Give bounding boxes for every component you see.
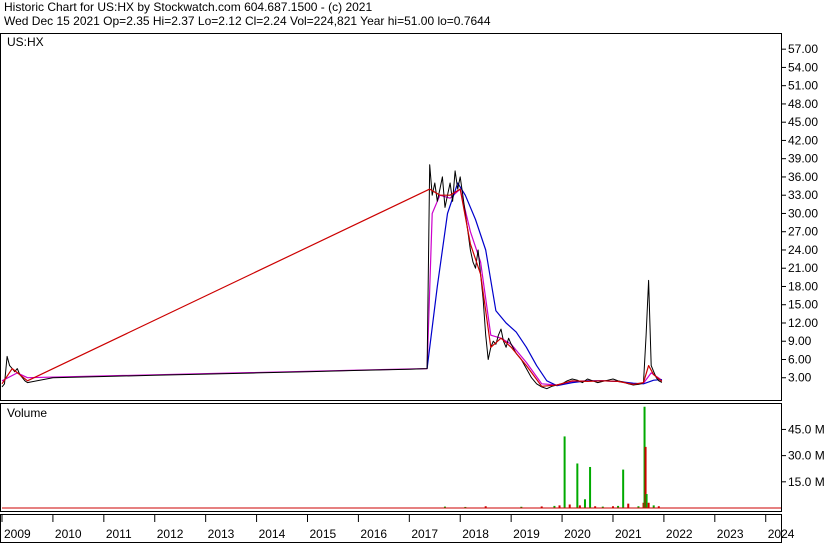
year-tick-label: 2011 [106, 527, 132, 541]
volume-panel-title: Volume [7, 406, 47, 420]
year-tick-label: 2016 [360, 527, 387, 541]
volume-y-tick-label: 45.0 M [788, 422, 825, 436]
year-tick-label: 2022 [666, 527, 693, 541]
price-panel-frame [0, 33, 782, 401]
year-tick-label: 2018 [462, 527, 489, 541]
price-y-tick-label: 27.00 [788, 225, 818, 239]
year-tick-label: 2019 [513, 527, 540, 541]
price-y-tick-label: 9.00 [788, 334, 812, 348]
price-y-tick-label: 12.00 [788, 316, 818, 330]
volume-y-tick-label: 15.0 M [788, 475, 825, 489]
volume-bar [645, 494, 648, 508]
price-y-tick-label: 36.00 [788, 170, 818, 184]
volume-y-tick-label: 30.0 M [788, 449, 825, 463]
volume-bar [647, 502, 650, 508]
year-tick-label: 2020 [564, 527, 591, 541]
price-y-tick-label: 15.00 [788, 298, 818, 312]
volume-bar [563, 436, 566, 508]
price-y-tick-label: 57.00 [788, 42, 818, 56]
year-tick-label: 2014 [259, 527, 286, 541]
year-tick-label: 2013 [208, 527, 235, 541]
price-y-tick-label: 21.00 [788, 261, 818, 275]
year-tick-label: 2015 [309, 527, 336, 541]
year-tick-label: 2023 [717, 527, 744, 541]
price-y-tick-label: 30.00 [788, 206, 818, 220]
price-y-tick-label: 45.00 [788, 115, 818, 129]
year-tick-label: 2017 [411, 527, 438, 541]
price-y-tick-label: 54.00 [788, 60, 818, 74]
stock-chart: US:HX Volume 3.00 6.00 9.00 12.00 15.00 18.00 21… [0, 33, 825, 543]
short-ma-line [1, 188, 663, 387]
year-tick-label: 2024 [768, 527, 795, 541]
long-ma-line [426, 182, 662, 387]
volume-panel-frame [0, 403, 782, 512]
price-y-tick-label: 42.00 [788, 133, 818, 147]
volume-bar [568, 504, 571, 508]
price-y-tick-label: 33.00 [788, 188, 818, 202]
year-tick-label: 2012 [157, 527, 184, 541]
price-y-tick-label: 18.00 [788, 279, 818, 293]
mid-ma-line [1, 188, 663, 386]
price-y-tick-label: 48.00 [788, 97, 818, 111]
price-y-tick-label: 39.00 [788, 152, 818, 166]
price-y-tick-label: 6.00 [788, 352, 812, 366]
year-tick-label: 2010 [55, 527, 82, 541]
volume-bar [576, 463, 579, 508]
price-panel-title: US:HX [7, 35, 44, 49]
price-y-tick-label: 51.00 [788, 79, 818, 93]
price-y-tick-label: 24.00 [788, 243, 818, 257]
volume-bar [589, 466, 592, 508]
price-line [1, 164, 663, 390]
year-tick-label: 2009 [4, 527, 31, 541]
volume-bar [622, 469, 625, 508]
year-tick-label: 2021 [615, 527, 642, 541]
price-y-tick-label: 3.00 [788, 371, 812, 385]
volume-bar [583, 499, 586, 508]
volume-bar [627, 503, 630, 508]
